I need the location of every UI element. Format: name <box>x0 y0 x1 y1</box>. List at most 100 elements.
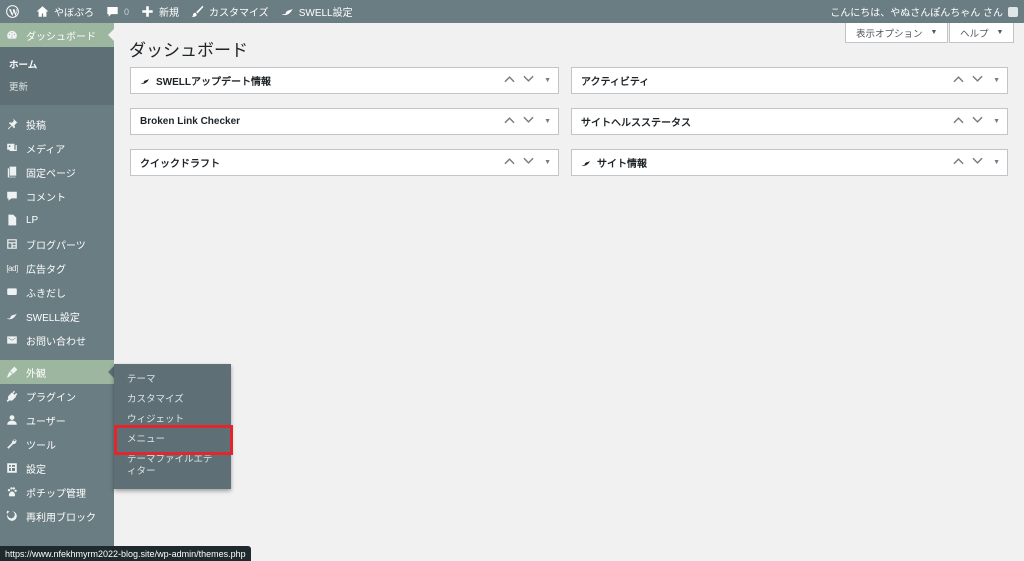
sidebar-item-comments[interactable]: コメント <box>0 184 114 208</box>
postbox-controls: ▼ <box>945 75 1007 86</box>
postbox-quick-draft: クイックドラフト ▼ <box>130 149 559 176</box>
my-account-link[interactable]: こんにちは、やぬさんぽんちゃん さん <box>830 4 1024 19</box>
sidebar-item-reusable-blocks[interactable]: 再利用ブロック <box>0 504 114 528</box>
postbox-site-health: サイトヘルスステータス ▼ <box>571 108 1008 135</box>
sidebar-item-settings[interactable]: 設定 <box>0 456 114 480</box>
flyout-item-themes[interactable]: テーマ <box>114 370 231 390</box>
blog-parts-icon <box>6 238 18 250</box>
sidebar-item-media[interactable]: メディア <box>0 136 114 160</box>
sidebar-item-pages[interactable]: 固定ページ <box>0 160 114 184</box>
new-content-link[interactable]: 新規 <box>135 0 185 23</box>
move-down-icon[interactable] <box>972 75 983 86</box>
brush-icon <box>191 5 204 17</box>
move-up-icon[interactable] <box>504 157 515 168</box>
sidebar-item-label: 投稿 <box>26 120 46 132</box>
postbox-controls: ▼ <box>496 157 558 168</box>
swell-settings-link[interactable]: SWELL設定 <box>275 0 359 23</box>
sidebar-item-label: お問い合わせ <box>26 336 86 348</box>
sidebar-item-dashboard[interactable]: ダッシュボード <box>0 23 114 47</box>
sidebar-item-posts[interactable]: 投稿 <box>0 112 114 136</box>
move-up-icon[interactable] <box>953 116 964 127</box>
lp-icon <box>6 214 18 226</box>
toggle-panel-icon[interactable]: ▼ <box>993 159 1000 166</box>
customize-link[interactable]: カスタマイズ <box>185 0 275 23</box>
toggle-panel-icon[interactable]: ▼ <box>544 118 551 125</box>
comment-icon <box>107 6 118 17</box>
postbox-controls: ▼ <box>496 116 558 127</box>
postbox-title[interactable]: サイトヘルスステータス <box>581 114 691 129</box>
caret-down-icon: ▼ <box>930 29 938 36</box>
new-label: 新規 <box>159 8 180 19</box>
wordpress-logo-icon[interactable] <box>0 0 30 23</box>
sidebar-item-appearance[interactable]: 外観 <box>0 360 114 384</box>
postbox-title[interactable]: サイト情報 <box>581 155 647 170</box>
dashboard-submenu: ホーム 更新 <box>0 47 114 105</box>
postbox-title[interactable]: SWELLアップデート情報 <box>140 73 271 88</box>
dashboard-icon <box>6 29 18 41</box>
sidebar-item-label: ふきだし <box>26 288 66 300</box>
sidebar-item-swell-settings[interactable]: SWELL設定 <box>0 304 114 328</box>
sidebar-item-users[interactable]: ユーザー <box>0 408 114 432</box>
move-up-icon[interactable] <box>953 157 964 168</box>
postbox-controls: ▼ <box>945 157 1007 168</box>
postbox-controls: ▼ <box>496 75 558 86</box>
sidebar-item-contact[interactable]: お問い合わせ <box>0 328 114 352</box>
move-down-icon[interactable] <box>972 157 983 168</box>
submenu-home[interactable]: ホーム <box>0 53 114 75</box>
highlight-box-menus <box>114 425 233 455</box>
sidebar-item-balloon[interactable]: ふきだし <box>0 280 114 304</box>
page-title: ダッシュボード <box>129 41 248 60</box>
tool-icon <box>6 438 18 450</box>
sidebar-item-label: 外観 <box>26 368 46 380</box>
sidebar-item-label: メディア <box>26 144 66 156</box>
postbox-title[interactable]: Broken Link Checker <box>140 116 240 127</box>
sidebar-item-label: ダッシュボード <box>26 31 96 43</box>
move-down-icon[interactable] <box>523 116 534 127</box>
sidebar-item-label: ユーザー <box>26 416 66 428</box>
mail-icon <box>6 334 18 346</box>
sidebar-item-plugins[interactable]: プラグイン <box>0 384 114 408</box>
sidebar-item-ad-tag[interactable]: [ad] 広告タグ <box>0 256 114 280</box>
flyout-item-customize[interactable]: カスタマイズ <box>114 390 231 410</box>
site-name-link[interactable]: やぼぷろ <box>30 0 100 23</box>
admin-sidebar: ダッシュボード ホーム 更新 投稿 メディア 固定ページ コメント LP ブログ… <box>0 23 114 561</box>
status-url-text: https://www.nfekhmyrm2022-blog.site/wp-a… <box>5 548 246 559</box>
toggle-panel-icon[interactable]: ▼ <box>993 77 1000 84</box>
sidebar-item-blog-parts[interactable]: ブログパーツ <box>0 232 114 256</box>
toggle-panel-icon[interactable]: ▼ <box>993 118 1000 125</box>
reuse-icon <box>6 510 18 522</box>
submenu-updates[interactable]: 更新 <box>0 75 114 97</box>
move-down-icon[interactable] <box>523 157 534 168</box>
swell-settings-label: SWELL設定 <box>298 8 353 19</box>
sidebar-item-label: 固定ページ <box>26 168 76 180</box>
move-up-icon[interactable] <box>504 75 515 86</box>
sidebar-item-label: ポチップ管理 <box>26 488 86 500</box>
postbox-title-text: サイトヘルスステータス <box>581 118 691 129</box>
postbox-title-text: SWELLアップデート情報 <box>156 77 271 88</box>
postbox-title[interactable]: アクティビティ <box>581 73 649 88</box>
toggle-panel-icon[interactable]: ▼ <box>544 159 551 166</box>
help-button[interactable]: ヘルプ ▼ <box>949 23 1015 43</box>
move-up-icon[interactable] <box>504 116 515 127</box>
move-down-icon[interactable] <box>972 116 983 127</box>
sidebar-item-label: コメント <box>26 192 66 204</box>
screen-options-button[interactable]: 表示オプション ▼ <box>845 23 949 43</box>
postbox-title[interactable]: クイックドラフト <box>140 155 220 170</box>
sidebar-item-lp[interactable]: LP <box>0 208 114 232</box>
postbox-title-text: Broken Link Checker <box>140 116 241 127</box>
postbox-broken-link-checker: Broken Link Checker ▼ <box>130 108 559 135</box>
sidebar-item-tools[interactable]: ツール <box>0 432 114 456</box>
admin-bar: やぼぷろ 0 新規 カスタマイズ SWELL設定 こんにちは、やぬさんぽんちゃん… <box>0 0 1024 23</box>
swell-icon <box>140 78 149 84</box>
sidebar-item-pochipp[interactable]: ポチップ管理 <box>0 480 114 504</box>
caret-down-icon: ▼ <box>996 29 1004 36</box>
move-up-icon[interactable] <box>953 75 964 86</box>
sidebar-item-label: 広告タグ <box>26 264 66 276</box>
site-name: やぼぷろ <box>54 8 94 19</box>
comment-icon <box>6 190 18 202</box>
screen-options-label: 表示オプション <box>856 28 923 40</box>
toggle-panel-icon[interactable]: ▼ <box>544 77 551 84</box>
comments-link[interactable]: 0 <box>100 0 135 23</box>
swell-icon <box>6 310 18 322</box>
move-down-icon[interactable] <box>523 75 534 86</box>
